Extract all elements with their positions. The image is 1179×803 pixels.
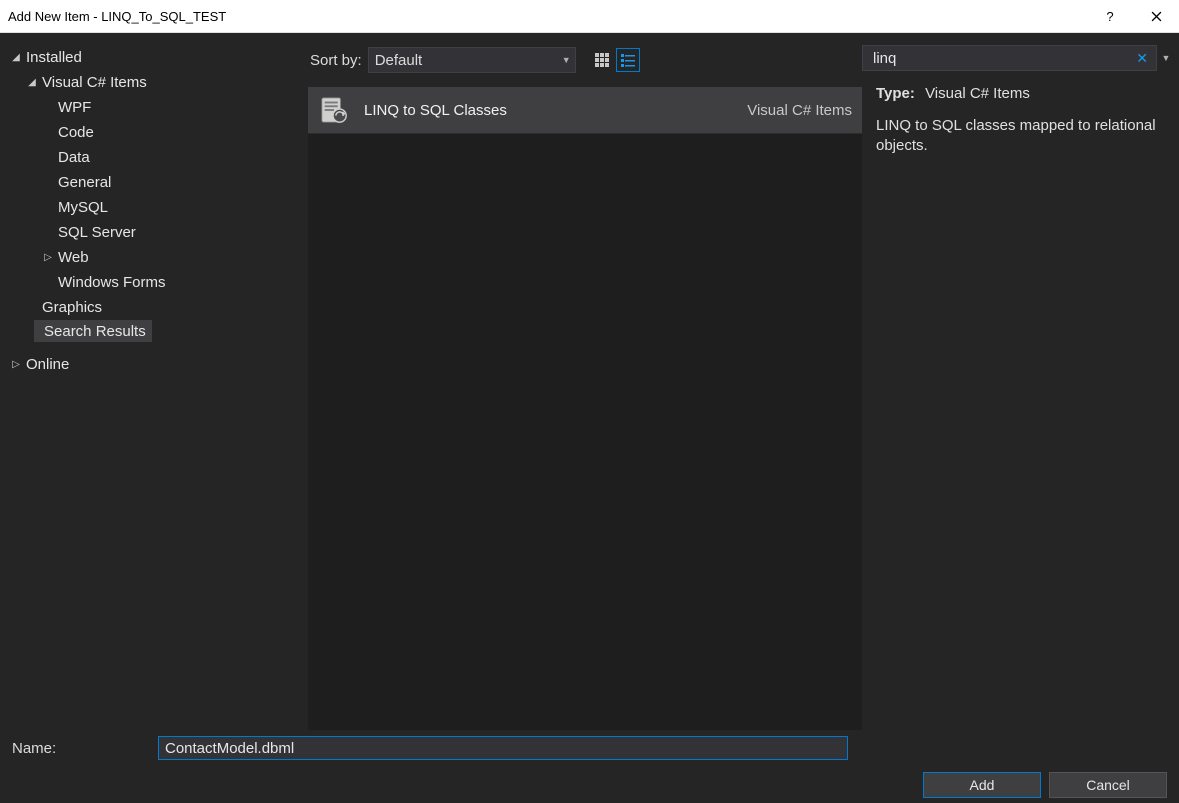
- tree-graphics[interactable]: ▷ Graphics: [0, 295, 308, 320]
- type-value: Visual C# Items: [925, 85, 1030, 102]
- sort-by-select[interactable]: Default ▼: [368, 47, 576, 73]
- category-tree: ◢ Installed ◢ Visual C# Items WPF Code D…: [0, 33, 308, 730]
- expand-icon: ◢: [26, 77, 38, 88]
- tree-online[interactable]: ▷ Online: [0, 352, 308, 377]
- tree-search-results[interactable]: Search Results: [34, 320, 152, 342]
- template-name: LINQ to SQL Classes: [364, 102, 747, 119]
- tree-sql-server[interactable]: SQL Server: [0, 220, 308, 245]
- search-options-dropdown[interactable]: ▼: [1159, 53, 1173, 63]
- expand-icon: ◢: [10, 52, 22, 63]
- template-list: LINQ to SQL Classes Visual C# Items: [308, 87, 862, 730]
- close-button[interactable]: [1133, 0, 1179, 32]
- details-panel: ✕ ▼ Type: Visual C# Items LINQ to SQL cl…: [862, 33, 1179, 730]
- tree-code[interactable]: Code: [0, 120, 308, 145]
- name-input[interactable]: [158, 736, 848, 760]
- type-label: Type:: [876, 85, 915, 102]
- tree-installed[interactable]: ◢ Installed: [0, 45, 308, 70]
- search-input[interactable]: [871, 49, 1132, 68]
- view-small-icons[interactable]: [590, 48, 614, 72]
- template-panel: Sort by: Default ▼: [308, 33, 862, 730]
- tree-mysql[interactable]: MySQL: [0, 195, 308, 220]
- window-controls: ?: [1087, 0, 1179, 32]
- sort-by-label: Sort by:: [310, 52, 362, 69]
- view-list[interactable]: [616, 48, 640, 72]
- cancel-button[interactable]: Cancel: [1049, 772, 1167, 798]
- tree-web[interactable]: ▷ Web: [0, 245, 308, 270]
- tree-windows-forms[interactable]: Windows Forms: [0, 270, 308, 295]
- tree-wpf[interactable]: WPF: [0, 95, 308, 120]
- template-language: Visual C# Items: [747, 102, 852, 119]
- add-button[interactable]: Add: [923, 772, 1041, 798]
- template-description: LINQ to SQL classes mapped to relational…: [876, 116, 1169, 157]
- tree-csharp-items[interactable]: ◢ Visual C# Items: [0, 70, 308, 95]
- collapse-icon: ▷: [10, 359, 22, 370]
- collapse-icon: ▷: [42, 252, 54, 263]
- tree-general[interactable]: General: [0, 170, 308, 195]
- template-item-linq-to-sql[interactable]: LINQ to SQL Classes Visual C# Items: [308, 87, 862, 134]
- linq-to-sql-icon: [318, 94, 350, 126]
- titlebar: Add New Item - LINQ_To_SQL_TEST ?: [0, 0, 1179, 33]
- chevron-down-icon: ▼: [562, 55, 571, 65]
- clear-search-icon[interactable]: ✕: [1132, 50, 1152, 67]
- tree-data[interactable]: Data: [0, 145, 308, 170]
- help-button[interactable]: ?: [1087, 0, 1133, 32]
- window-title: Add New Item - LINQ_To_SQL_TEST: [8, 9, 1087, 24]
- bottom-bar: Name: Add Cancel: [0, 730, 1179, 803]
- name-label: Name:: [12, 740, 158, 757]
- search-box[interactable]: ✕: [862, 45, 1157, 71]
- template-toolbar: Sort by: Default ▼: [308, 33, 862, 81]
